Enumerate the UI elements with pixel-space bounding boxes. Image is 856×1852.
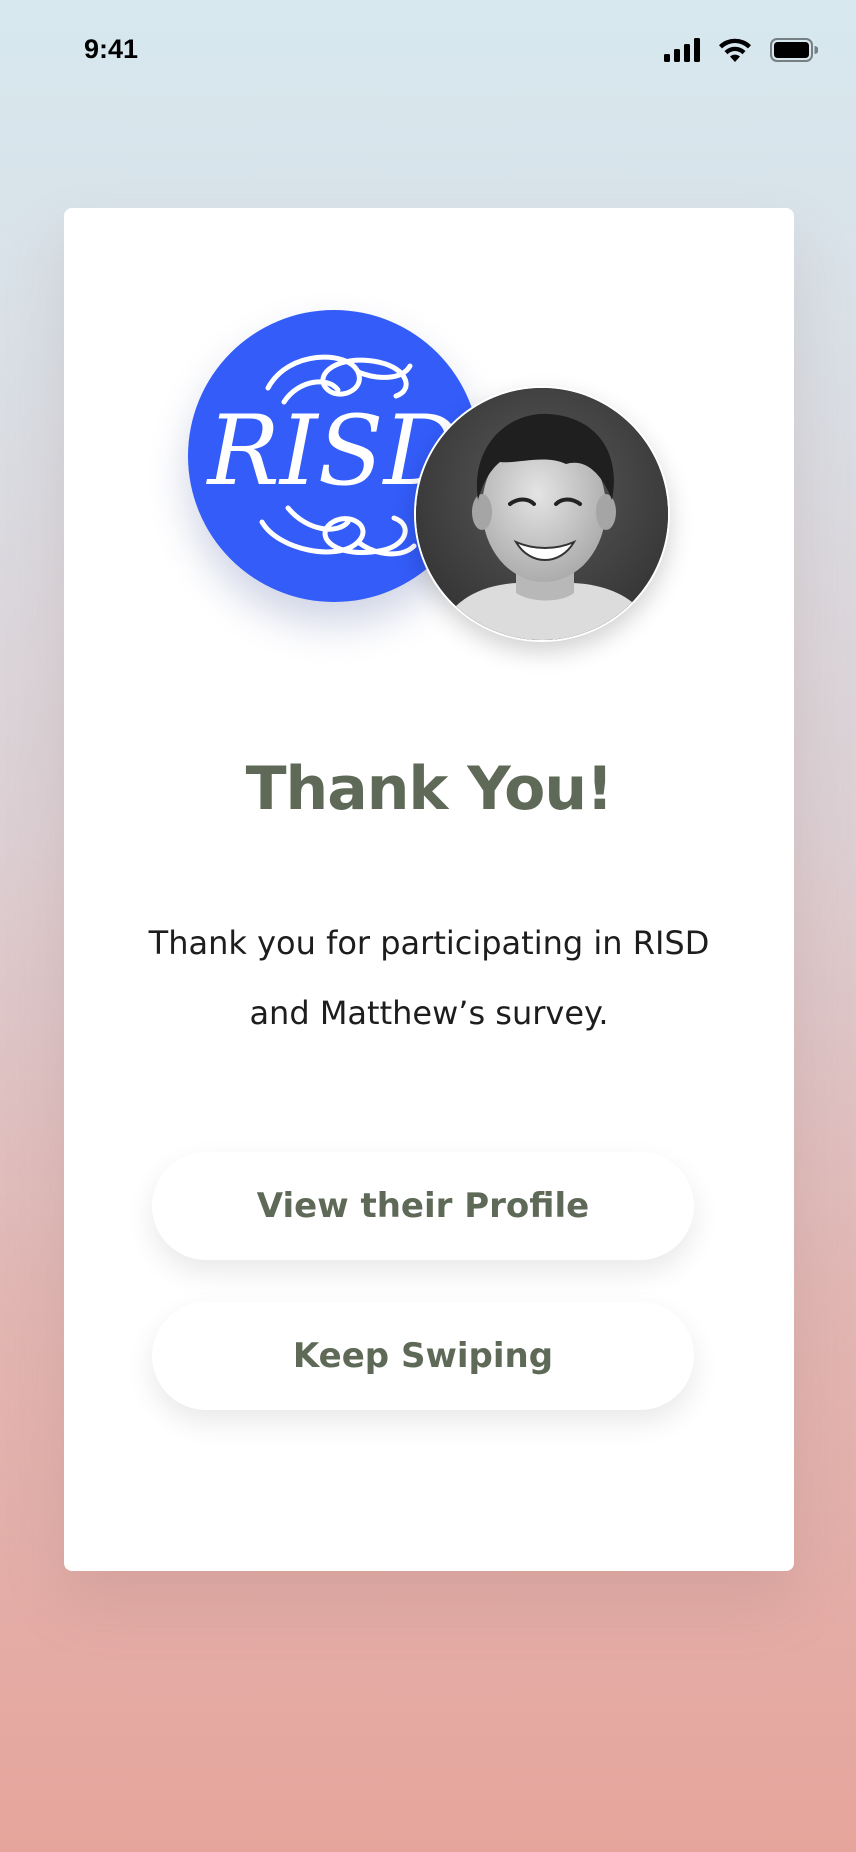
person-photo: [414, 386, 670, 642]
thank-you-card: RISD Thank You! Thank you for participat…: [64, 208, 794, 1571]
thank-you-message: Thank you for participating in RISD and …: [148, 924, 710, 1032]
cellular-signal-icon: [664, 38, 700, 62]
page-title: Thank You!: [245, 754, 614, 824]
view-profile-button[interactable]: View their Profile: [152, 1152, 694, 1260]
status-icons: [664, 38, 818, 62]
wifi-icon: [718, 38, 752, 62]
avatar-group: RISD: [64, 208, 794, 668]
status-bar: 9:41: [0, 0, 856, 110]
battery-icon: [770, 38, 818, 62]
keep-swiping-button[interactable]: Keep Swiping: [152, 1302, 694, 1410]
status-time: 9:41: [84, 34, 139, 64]
